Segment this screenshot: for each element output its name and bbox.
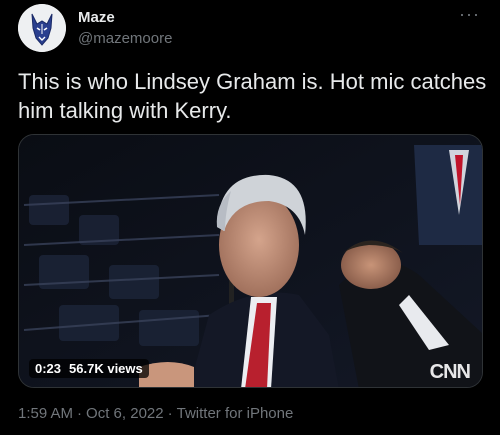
user-name[interactable]: Maze	[78, 9, 115, 26]
tweet-meta: 1:59 AM · Oct 6, 2022 · Twitter for iPho…	[18, 405, 293, 422]
tweet-date[interactable]: Oct 6, 2022	[86, 405, 164, 422]
meta-separator: ·	[167, 405, 173, 422]
avatar[interactable]	[18, 4, 66, 52]
more-options-icon[interactable]: ···	[459, 4, 480, 25]
tweet-card: Maze @mazemoore ··· This is who Lindsey …	[0, 0, 500, 435]
cnn-watermark-logo: CNN	[429, 361, 471, 383]
user-handle[interactable]: @mazemoore	[78, 30, 172, 47]
video-stats-pill: 0:23 56.7K views	[29, 359, 149, 378]
dog-avatar-icon	[18, 4, 66, 52]
video-frame	[19, 135, 482, 387]
tweet-text: This is who Lindsey Graham is. Hot mic c…	[18, 69, 487, 123]
video-duration: 0:23	[35, 361, 62, 376]
video-player[interactable]: 0:23 56.7K views CNN	[18, 134, 483, 388]
tweet-time[interactable]: 1:59 AM	[18, 405, 73, 422]
tweet-source[interactable]: Twitter for iPhone	[177, 405, 294, 422]
video-views: 56.7K views	[69, 361, 143, 376]
meta-separator: ·	[77, 405, 83, 422]
